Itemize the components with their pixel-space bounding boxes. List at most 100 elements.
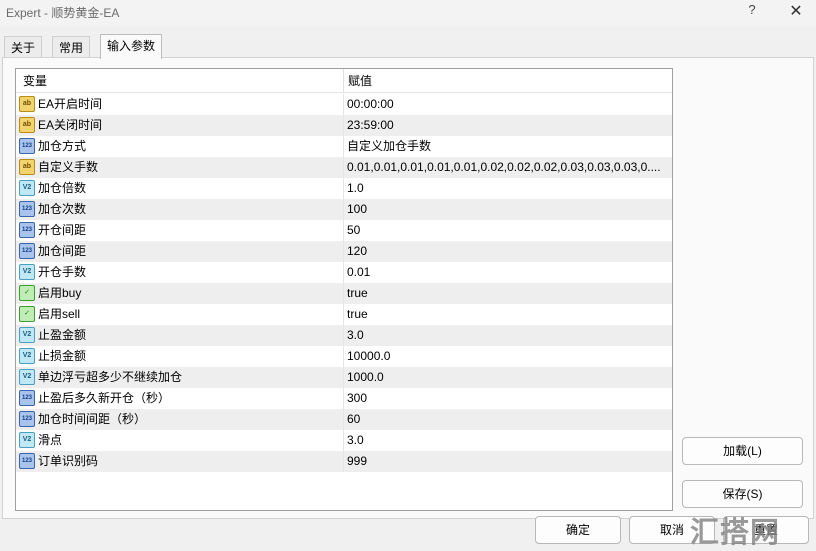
double-icon: V2 xyxy=(19,348,35,364)
bool-icon: ✓ xyxy=(19,285,35,301)
param-value[interactable]: 1000.0 xyxy=(347,367,669,388)
header-value[interactable]: 赋值 xyxy=(348,69,372,93)
param-row[interactable]: 123 订单识别码 999 xyxy=(16,451,672,472)
help-icon[interactable]: ? xyxy=(744,2,760,22)
param-row[interactable]: V2 滑点 3.0 xyxy=(16,430,672,451)
double-icon: V2 xyxy=(19,327,35,343)
ok-button[interactable]: 确定 xyxy=(535,516,621,544)
inputs-grid: 变量 赋值 ab EA开启时间 00:00:00 ab EA关闭时间 23:59:00 12… xyxy=(15,68,673,511)
integer-icon: 123 xyxy=(19,411,35,427)
param-value[interactable]: true xyxy=(347,283,669,304)
param-value[interactable]: 0.01 xyxy=(347,262,669,283)
grid-header: 变量 赋值 xyxy=(16,69,672,93)
param-name: 开仓手数 xyxy=(38,265,87,279)
param-row[interactable]: V2 加仓倍数 1.0 xyxy=(16,178,672,199)
window-title: Expert - 顺势黄金-EA xyxy=(6,6,120,20)
close-icon[interactable]: ✕ xyxy=(788,1,804,21)
column-separator xyxy=(343,367,344,388)
header-variable[interactable]: 变量 xyxy=(23,69,47,93)
param-value[interactable]: 300 xyxy=(347,388,669,409)
column-separator xyxy=(343,304,344,325)
column-separator xyxy=(343,451,344,472)
header-separator xyxy=(343,69,344,93)
double-icon: V2 xyxy=(19,180,35,196)
param-value[interactable]: 10000.0 xyxy=(347,346,669,367)
param-row[interactable]: ab EA开启时间 00:00:00 xyxy=(16,94,672,115)
double-icon: V2 xyxy=(19,369,35,385)
integer-icon: 123 xyxy=(19,201,35,217)
integer-icon: 123 xyxy=(19,390,35,406)
bool-icon: ✓ xyxy=(19,306,35,322)
integer-icon: 123 xyxy=(19,222,35,238)
param-row[interactable]: 123 加仓时间间距（秒） 60 xyxy=(16,409,672,430)
column-separator xyxy=(343,346,344,367)
integer-icon: 123 xyxy=(19,453,35,469)
param-name: EA开启时间 xyxy=(38,97,103,111)
param-name: 开仓间距 xyxy=(38,223,87,237)
column-separator xyxy=(343,220,344,241)
column-separator xyxy=(343,199,344,220)
param-row[interactable]: V2 单边浮亏超多少不继续加仓 1000.0 xyxy=(16,367,672,388)
param-name: 滑点 xyxy=(38,433,63,447)
param-row[interactable]: ✓ 启用sell true xyxy=(16,304,672,325)
param-row[interactable]: V2 开仓手数 0.01 xyxy=(16,262,672,283)
integer-icon: 123 xyxy=(19,243,35,259)
param-value[interactable]: 3.0 xyxy=(347,430,669,451)
param-row[interactable]: V2 止盈金额 3.0 xyxy=(16,325,672,346)
param-value[interactable]: 100 xyxy=(347,199,669,220)
param-value[interactable]: 3.0 xyxy=(347,325,669,346)
watermark-logo: 汇搭网 xyxy=(690,515,781,549)
param-value[interactable]: 50 xyxy=(347,220,669,241)
param-value[interactable]: 23:59:00 xyxy=(347,115,669,136)
string-icon: ab xyxy=(19,159,35,175)
param-value[interactable]: 120 xyxy=(347,241,669,262)
param-value[interactable]: true xyxy=(347,304,669,325)
column-separator xyxy=(343,409,344,430)
param-row[interactable]: ab EA关闭时间 23:59:00 xyxy=(16,115,672,136)
param-name: 自定义手数 xyxy=(38,160,99,174)
param-name: 加仓间距 xyxy=(38,244,87,258)
param-name: 加仓次数 xyxy=(38,202,87,216)
tab-common[interactable]: 常用 xyxy=(52,36,91,58)
column-separator xyxy=(343,157,344,178)
param-name: 启用sell xyxy=(38,307,81,321)
save-button[interactable]: 保存(S) xyxy=(682,480,803,508)
tab-inputs[interactable]: 输入参数 xyxy=(100,34,163,59)
param-row[interactable]: 123 加仓次数 100 xyxy=(16,199,672,220)
param-value[interactable]: 60 xyxy=(347,409,669,430)
param-name: 订单识别码 xyxy=(38,454,99,468)
column-separator xyxy=(343,94,344,115)
param-name: 止盈后多久新开仓（秒） xyxy=(38,391,171,405)
column-separator xyxy=(343,430,344,451)
param-row[interactable]: ✓ 启用buy true xyxy=(16,283,672,304)
param-row[interactable]: 123 开仓间距 50 xyxy=(16,220,672,241)
param-name: 单边浮亏超多少不继续加仓 xyxy=(38,370,183,384)
column-separator xyxy=(343,325,344,346)
param-value[interactable]: 自定义加仓手数 xyxy=(347,136,669,157)
column-separator xyxy=(343,115,344,136)
param-row[interactable]: ab 自定义手数 0.01,0.01,0.01,0.01,0.01,0.02,0.0… xyxy=(16,157,672,178)
param-name: 止盈金额 xyxy=(38,328,87,342)
param-value[interactable]: 0.01,0.01,0.01,0.01,0.01,0.02,0.02,0.02,… xyxy=(347,157,669,178)
column-separator xyxy=(343,262,344,283)
column-separator xyxy=(343,178,344,199)
param-name: 加仓倍数 xyxy=(38,181,87,195)
param-row[interactable]: V2 止损金额 10000.0 xyxy=(16,346,672,367)
param-value[interactable]: 1.0 xyxy=(347,178,669,199)
column-separator xyxy=(343,136,344,157)
column-separator xyxy=(343,388,344,409)
title-bar: Expert - 顺势黄金-EA ? ✕ xyxy=(0,0,816,26)
param-value[interactable]: 999 xyxy=(347,451,669,472)
param-row[interactable]: 123 加仓方式 自定义加仓手数 xyxy=(16,136,672,157)
double-icon: V2 xyxy=(19,432,35,448)
param-value[interactable]: 00:00:00 xyxy=(347,94,669,115)
param-name: EA关闭时间 xyxy=(38,118,103,132)
string-icon: ab xyxy=(19,96,35,112)
column-separator xyxy=(343,241,344,262)
param-row[interactable]: 123 加仓间距 120 xyxy=(16,241,672,262)
tab-about[interactable]: 关于 xyxy=(4,36,43,58)
load-button[interactable]: 加载(L) xyxy=(682,437,803,465)
double-icon: V2 xyxy=(19,264,35,280)
param-row[interactable]: 123 止盈后多久新开仓（秒） 300 xyxy=(16,388,672,409)
tab-bar: 关于 常用 输入参数 xyxy=(0,34,816,59)
